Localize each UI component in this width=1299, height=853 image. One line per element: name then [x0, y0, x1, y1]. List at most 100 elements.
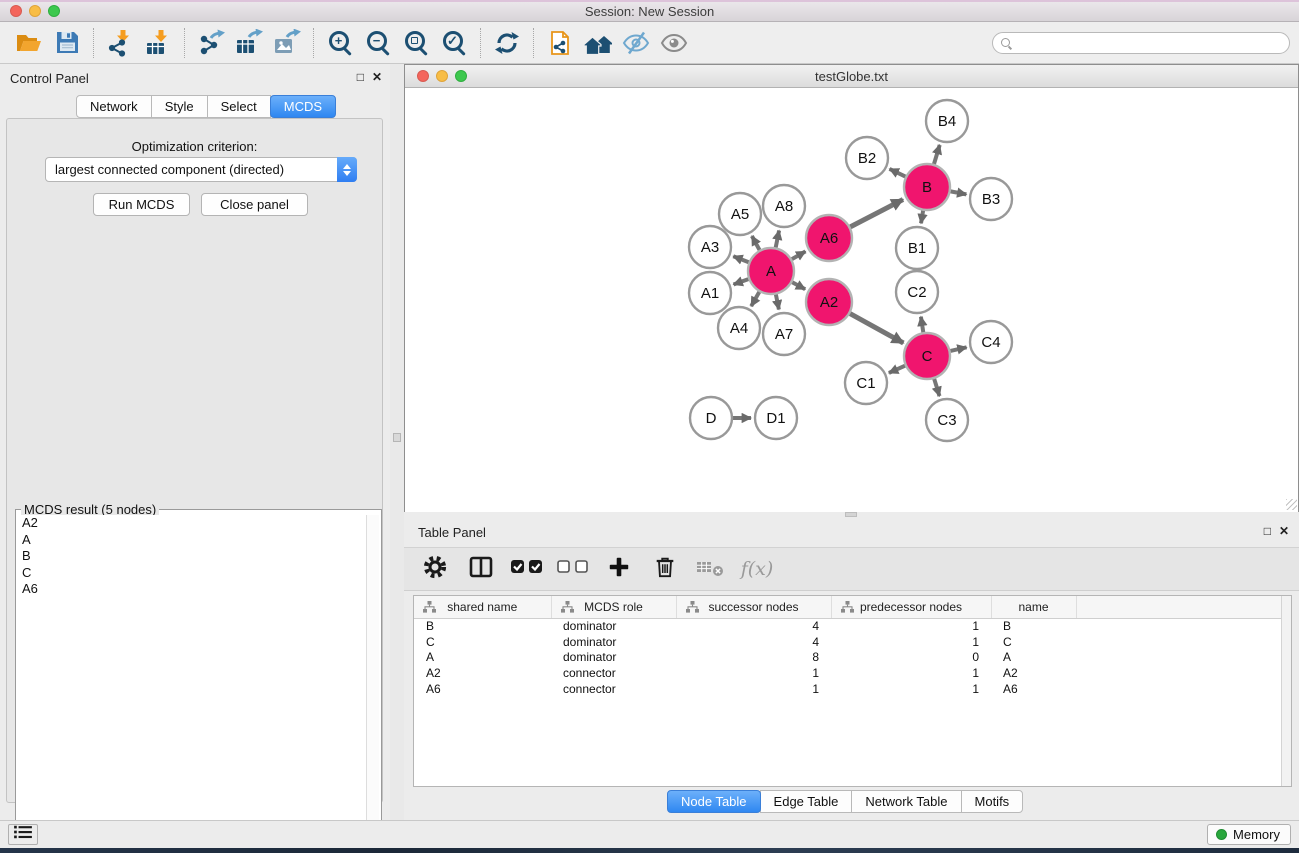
table-row[interactable]: A6connector11A6	[414, 681, 1291, 697]
float-panel-icon[interactable]: □	[1264, 524, 1271, 538]
table-cell[interactable]: A	[414, 650, 551, 666]
table-cell[interactable]: A	[991, 650, 1076, 666]
export-network-button[interactable]	[192, 25, 230, 61]
table-cell[interactable]: C	[414, 634, 551, 650]
run-mcds-button[interactable]: Run MCDS	[93, 193, 190, 216]
table-cell[interactable]: A6	[991, 681, 1076, 697]
table-cell[interactable]: 1	[676, 665, 831, 681]
zoom-in-button[interactable]: +	[321, 25, 359, 61]
window-resize-grip[interactable]	[1286, 499, 1297, 510]
task-history-button[interactable]	[8, 824, 38, 845]
create-column-button[interactable]	[604, 553, 634, 585]
column-header-name[interactable]: name	[991, 596, 1076, 618]
close-panel-icon[interactable]: ✕	[372, 70, 382, 84]
import-network-button[interactable]	[101, 25, 139, 61]
table-settings-button[interactable]	[420, 553, 450, 585]
export-table-button[interactable]	[230, 25, 268, 61]
show-columns-button[interactable]	[466, 553, 496, 585]
table-cell[interactable]: 4	[676, 634, 831, 650]
table-cell[interactable]: B	[991, 618, 1076, 634]
hide-selected-button[interactable]	[617, 25, 655, 61]
table-cell[interactable]: A2	[991, 665, 1076, 681]
result-item[interactable]: A6	[18, 581, 365, 598]
graph-edge-A-A3[interactable]	[733, 256, 748, 262]
import-table-button[interactable]	[139, 25, 177, 61]
select-all-button[interactable]	[512, 553, 542, 585]
graph-edge-C-C2[interactable]	[921, 317, 923, 333]
graph-edge-A6-B[interactable]	[850, 200, 903, 227]
table-cell[interactable]: connector	[551, 665, 676, 681]
table-scrollbar[interactable]	[1281, 596, 1291, 786]
column-header-predecessor-nodes[interactable]: predecessor nodes	[831, 596, 991, 618]
table-cell[interactable]: 1	[831, 681, 991, 697]
tab-motifs[interactable]: Motifs	[961, 790, 1024, 813]
column-header-MCDS-role[interactable]: MCDS role	[551, 596, 676, 618]
graph-edge-B-B4[interactable]	[934, 145, 940, 164]
graph-edge-A-A8[interactable]	[776, 231, 779, 248]
graph-edge-A-A1[interactable]	[734, 279, 749, 284]
result-item[interactable]: A2	[18, 515, 365, 532]
table-cell[interactable]: 8	[676, 650, 831, 666]
criterion-dropdown[interactable]: largest connected component (directed)	[45, 157, 357, 182]
table-cell[interactable]: 1	[676, 681, 831, 697]
graph-edge-A-A6[interactable]	[792, 251, 806, 259]
tab-mcds[interactable]: MCDS	[270, 95, 336, 118]
delete-column-button[interactable]	[650, 553, 680, 585]
neighbors-button[interactable]	[579, 25, 617, 61]
result-item[interactable]: A	[18, 532, 365, 549]
table-cell[interactable]: dominator	[551, 650, 676, 666]
table-cell[interactable]: 4	[676, 618, 831, 634]
graph-edge-A-A2[interactable]	[792, 282, 805, 289]
splitter-grip[interactable]	[393, 433, 401, 442]
table-cell[interactable]: C	[991, 634, 1076, 650]
search-field[interactable]	[992, 32, 1290, 54]
table-cell[interactable]: dominator	[551, 634, 676, 650]
graph-edge-C-C4[interactable]	[950, 347, 966, 351]
function-builder-button[interactable]: f(x)	[742, 553, 772, 585]
tab-node-table[interactable]: Node Table	[667, 790, 761, 813]
show-graphics-details-button[interactable]	[655, 25, 693, 61]
table-cell[interactable]: 1	[831, 618, 991, 634]
tab-select[interactable]: Select	[207, 95, 271, 118]
graph-edge-C-C1[interactable]	[889, 366, 905, 373]
copy-network-button[interactable]	[541, 25, 579, 61]
deselect-all-button[interactable]	[558, 553, 588, 585]
graph-edge-B-B3[interactable]	[951, 191, 967, 194]
table-row[interactable]: A2connector11A2	[414, 665, 1291, 681]
export-image-button[interactable]	[268, 25, 306, 61]
table-cell[interactable]: 0	[831, 650, 991, 666]
tab-edge-table[interactable]: Edge Table	[760, 790, 853, 813]
result-item[interactable]: C	[18, 565, 365, 582]
delete-table-button[interactable]	[696, 553, 726, 585]
network-canvas-svg[interactable]: B4B2BB3A8A5A6A3B1AC2A1A2A4A7C4CC1DD1C3	[405, 89, 1298, 512]
table-row[interactable]: Adominator80A	[414, 650, 1291, 666]
graph-edge-A-A4[interactable]	[751, 292, 759, 306]
graph-edge-C-C3[interactable]	[934, 379, 939, 396]
table-row[interactable]: Cdominator41C	[414, 634, 1291, 650]
graph-edge-A-A7[interactable]	[776, 295, 779, 310]
table-cell[interactable]: 1	[831, 665, 991, 681]
vertical-splitter[interactable]	[390, 64, 404, 820]
graph-edge-B-B2[interactable]	[890, 169, 906, 177]
open-session-button[interactable]	[10, 25, 48, 61]
graph-edge-A-A5[interactable]	[752, 236, 760, 250]
result-item[interactable]: B	[18, 548, 365, 565]
result-scrollbar[interactable]	[366, 515, 379, 847]
table-cell[interactable]: connector	[551, 681, 676, 697]
table-cell[interactable]: 1	[831, 634, 991, 650]
save-session-button[interactable]	[48, 25, 86, 61]
tab-style[interactable]: Style	[151, 95, 208, 118]
table-cell[interactable]: A6	[414, 681, 551, 697]
zoom-out-button[interactable]: −	[359, 25, 397, 61]
apply-layout-button[interactable]	[488, 25, 526, 61]
tab-network-table[interactable]: Network Table	[851, 790, 961, 813]
search-input[interactable]	[1016, 36, 1281, 50]
memory-button[interactable]: Memory	[1207, 824, 1291, 845]
float-panel-icon[interactable]: □	[357, 70, 364, 84]
zoom-fit-button[interactable]	[397, 25, 435, 61]
close-panel-icon[interactable]: ✕	[1279, 524, 1289, 538]
table-cell[interactable]: B	[414, 618, 551, 634]
table-cell[interactable]: A2	[414, 665, 551, 681]
graph-edge-A2-C[interactable]	[850, 314, 903, 343]
table-row[interactable]: Bdominator41B	[414, 618, 1291, 634]
